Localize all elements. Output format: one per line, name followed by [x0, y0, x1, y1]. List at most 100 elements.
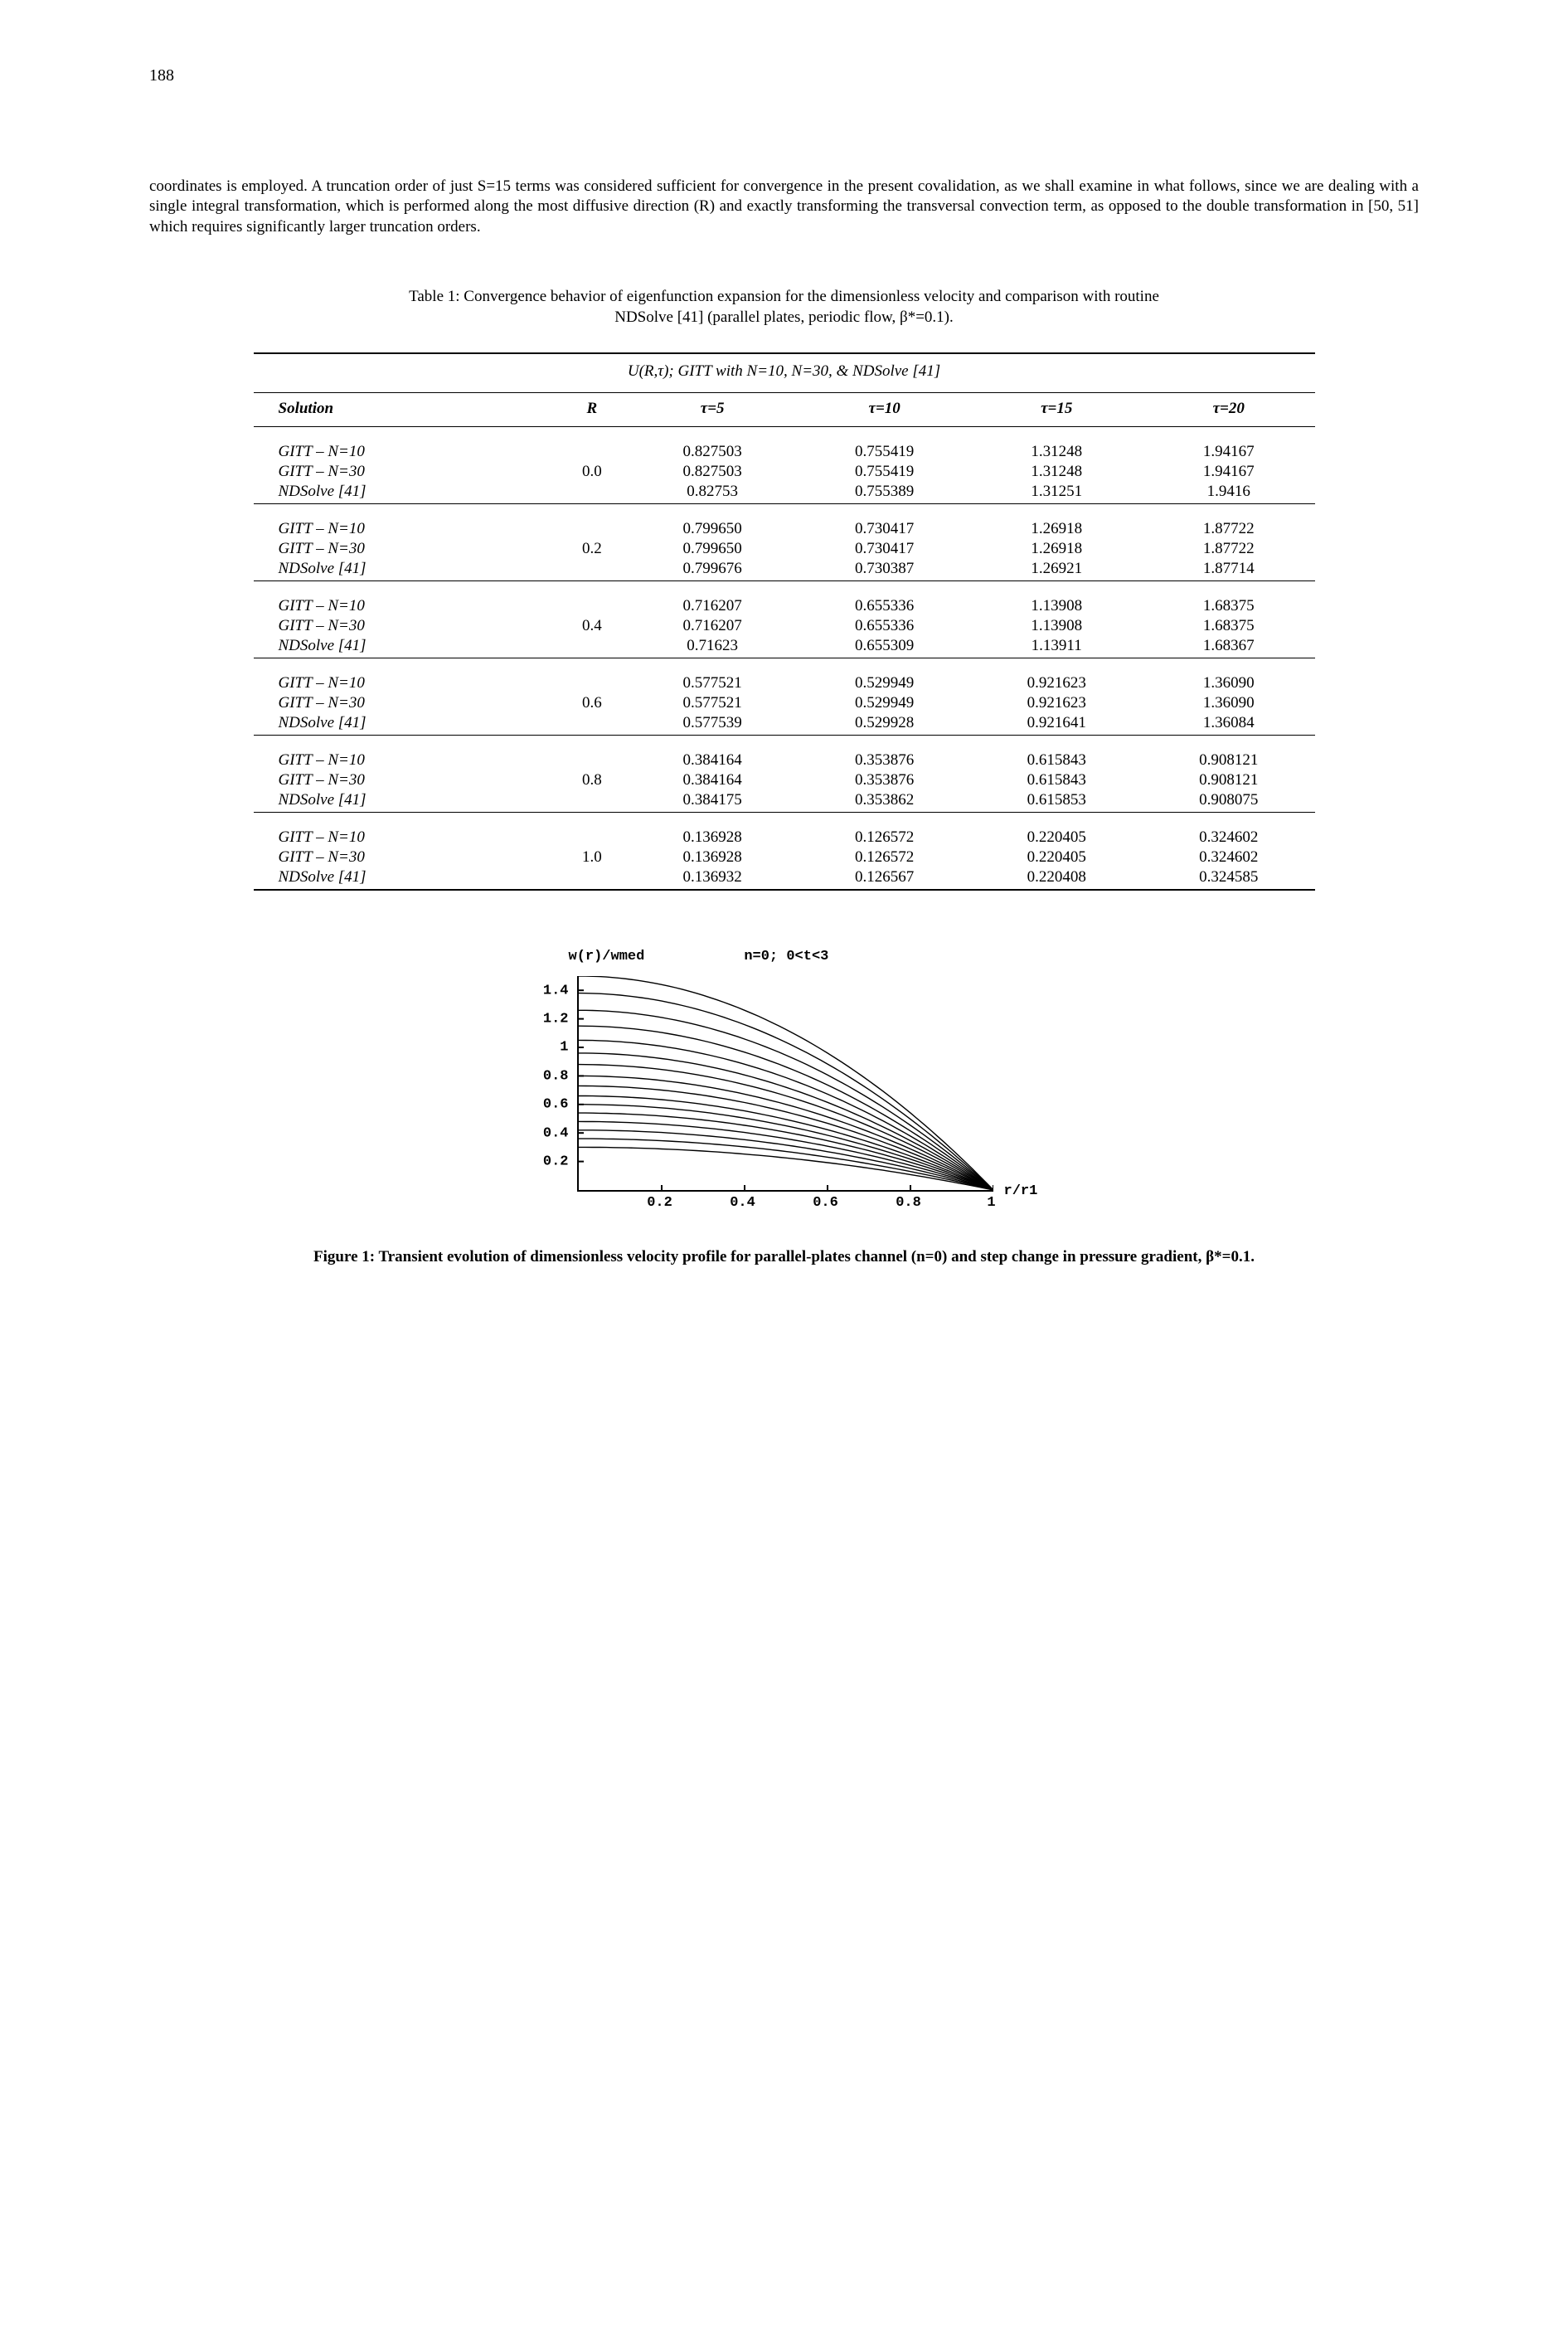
cell-value: 0.353862	[799, 790, 971, 813]
cell-value: 0.716207	[626, 616, 799, 636]
cell-R	[557, 867, 626, 890]
table-row: GITT – N=300.20.7996500.7304171.269181.8…	[254, 539, 1315, 559]
cell-R	[557, 519, 626, 539]
cell-value: 0.577539	[626, 713, 799, 736]
cell-value: 1.9416	[1143, 482, 1315, 504]
cell-value: 0.82753	[626, 482, 799, 504]
chart-svg	[579, 976, 993, 1190]
cell-value: 0.529949	[799, 693, 971, 713]
table-row: NDSolve [41]0.3841750.3538620.6158530.90…	[254, 790, 1315, 813]
x-tick-label: 0.4	[730, 1195, 755, 1211]
cell-solution: GITT – N=30	[254, 539, 558, 559]
y-tick-label: 0.8	[543, 1068, 569, 1084]
y-tick-label: 1.2	[543, 1011, 569, 1027]
cell-value: 0.136928	[626, 848, 799, 867]
cell-value: 0.529928	[799, 713, 971, 736]
cell-value: 0.384164	[626, 750, 799, 770]
cell-value: 1.13908	[970, 616, 1143, 636]
cell-solution: GITT – N=10	[254, 673, 558, 693]
body-paragraph: coordinates is employed. A truncation or…	[149, 177, 1419, 237]
cell-value: 0.384164	[626, 770, 799, 790]
y-axis-ticks: 0.20.40.60.811.21.4	[540, 976, 569, 1190]
cell-R: 0.6	[557, 693, 626, 713]
cell-value: 0.353876	[799, 770, 971, 790]
cell-value: 0.730417	[799, 519, 971, 539]
cell-value: 1.13908	[970, 596, 1143, 616]
chart-curve	[579, 1105, 993, 1190]
figure-1: w(r)/wmed n=0; 0<t<3 0.20.40.60.811.21.4…	[494, 949, 1075, 1222]
cell-value: 1.87722	[1143, 539, 1315, 559]
cell-value: 1.94167	[1143, 462, 1315, 482]
cell-value: 1.87722	[1143, 519, 1315, 539]
cell-solution: GITT – N=10	[254, 596, 558, 616]
cell-value: 1.94167	[1143, 442, 1315, 462]
cell-R: 1.0	[557, 848, 626, 867]
x-tick-label: 1	[987, 1195, 995, 1211]
cell-solution: NDSolve [41]	[254, 867, 558, 890]
table-row: NDSolve [41]0.1369320.1265670.2204080.32…	[254, 867, 1315, 890]
col-R: R	[557, 393, 626, 427]
cell-solution: NDSolve [41]	[254, 636, 558, 658]
cell-value: 1.68375	[1143, 616, 1315, 636]
y-tick-label: 1.4	[543, 983, 569, 998]
cell-value: 0.921623	[970, 673, 1143, 693]
cell-value: 0.799650	[626, 519, 799, 539]
cell-value: 0.324602	[1143, 828, 1315, 848]
cell-R	[557, 559, 626, 581]
y-tick-label: 1	[560, 1040, 568, 1056]
cell-R	[557, 750, 626, 770]
cell-value: 0.220405	[970, 828, 1143, 848]
cell-value: 0.126567	[799, 867, 971, 890]
table-row: GITT – N=300.40.7162070.6553361.139081.6…	[254, 616, 1315, 636]
table-row: GITT – N=300.00.8275030.7554191.312481.9…	[254, 462, 1315, 482]
cell-value: 0.577521	[626, 673, 799, 693]
cell-value: 0.655309	[799, 636, 971, 658]
table-row: NDSolve [41]0.716230.6553091.139111.6836…	[254, 636, 1315, 658]
cell-value: 0.716207	[626, 596, 799, 616]
cell-R	[557, 673, 626, 693]
table-row: GITT – N=100.8275030.7554191.312481.9416…	[254, 442, 1315, 462]
cell-value: 0.384175	[626, 790, 799, 813]
cell-solution: GITT – N=30	[254, 848, 558, 867]
cell-value: 0.126572	[799, 848, 971, 867]
cell-R: 0.4	[557, 616, 626, 636]
cell-solution: GITT – N=10	[254, 442, 558, 462]
table-row: GITT – N=100.7162070.6553361.139081.6837…	[254, 596, 1315, 616]
cell-value: 0.908121	[1143, 750, 1315, 770]
cell-value: 0.324585	[1143, 867, 1315, 890]
cell-value: 1.26921	[970, 559, 1143, 581]
col-t10: τ=10	[799, 393, 971, 427]
cell-value: 1.36090	[1143, 673, 1315, 693]
cell-value: 1.36084	[1143, 713, 1315, 736]
cell-value: 1.87714	[1143, 559, 1315, 581]
cell-value: 0.529949	[799, 673, 971, 693]
plot-area	[577, 976, 993, 1192]
cell-solution: GITT – N=10	[254, 828, 558, 848]
cell-value: 0.577521	[626, 693, 799, 713]
cell-R: 0.0	[557, 462, 626, 482]
cell-R	[557, 636, 626, 658]
table-container: U(R,τ); GITT with N=10, N=30, & NDSolve …	[254, 352, 1315, 891]
cell-value: 0.136928	[626, 828, 799, 848]
y-tick-label: 0.6	[543, 1097, 569, 1113]
table-caption: Table 1: Convergence behavior of eigenfu…	[149, 287, 1419, 328]
cell-R	[557, 442, 626, 462]
cell-value: 0.615843	[970, 770, 1143, 790]
cell-value: 1.36090	[1143, 693, 1315, 713]
table-caption-line2: NDSolve [41] (parallel plates, periodic …	[614, 308, 954, 326]
cell-solution: GITT – N=10	[254, 750, 558, 770]
cell-R	[557, 596, 626, 616]
x-tick-label: 0.8	[896, 1195, 921, 1211]
cell-solution: GITT – N=30	[254, 693, 558, 713]
x-tick-label: 0.6	[813, 1195, 838, 1211]
table-caption-line1: Table 1: Convergence behavior of eigenfu…	[409, 288, 1159, 305]
convergence-table: Solution R τ=5 τ=10 τ=15 τ=20 GITT – N=1…	[254, 392, 1315, 891]
cell-value: 1.31248	[970, 442, 1143, 462]
cell-value: 1.68367	[1143, 636, 1315, 658]
table-row: GITT – N=300.60.5775210.5299490.9216231.…	[254, 693, 1315, 713]
cell-value: 0.799676	[626, 559, 799, 581]
chart-xlabel: r/r1	[1004, 1183, 1038, 1199]
chart-curve	[579, 1053, 993, 1190]
cell-value: 0.353876	[799, 750, 971, 770]
cell-value: 0.755419	[799, 442, 971, 462]
